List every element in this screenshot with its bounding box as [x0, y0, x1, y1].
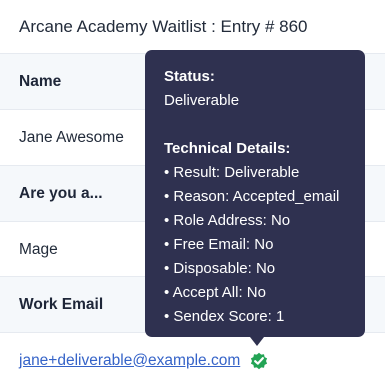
tooltip-status-heading: Status:: [164, 68, 215, 85]
tooltip-details-heading: Technical Details:: [164, 140, 291, 157]
tooltip-arrow: [250, 337, 264, 346]
tooltip-detail-item: • Result: Deliverable: [164, 164, 300, 181]
tooltip-details-list: • Result: Deliverable • Reason: Accepted…: [164, 161, 365, 329]
tooltip-detail-item: • Disposable: No: [164, 260, 276, 277]
tooltip-status-value: Deliverable: [164, 92, 240, 109]
field-value-work-email: jane+deliverable@example.com: [0, 332, 385, 386]
verification-tooltip: Status: Deliverable Technical Details: •…: [145, 50, 365, 337]
page-title: Arcane Academy Waitlist : Entry # 860: [0, 0, 385, 53]
entry-page: Arcane Academy Waitlist : Entry # 860 Na…: [0, 0, 385, 386]
tooltip-spacer: [164, 113, 365, 137]
tooltip-detail-item: • Free Email: No: [164, 236, 274, 253]
tooltip-detail-item: • Reason: Accepted_email: [164, 188, 340, 205]
check-badge-icon[interactable]: [249, 351, 269, 371]
email-link[interactable]: jane+deliverable@example.com: [19, 352, 240, 370]
tooltip-detail-item: • Accept All: No: [164, 284, 266, 301]
tooltip-detail-item: • Role Address: No: [164, 212, 291, 229]
tooltip-detail-item: • Sendex Score: 1: [164, 308, 285, 325]
